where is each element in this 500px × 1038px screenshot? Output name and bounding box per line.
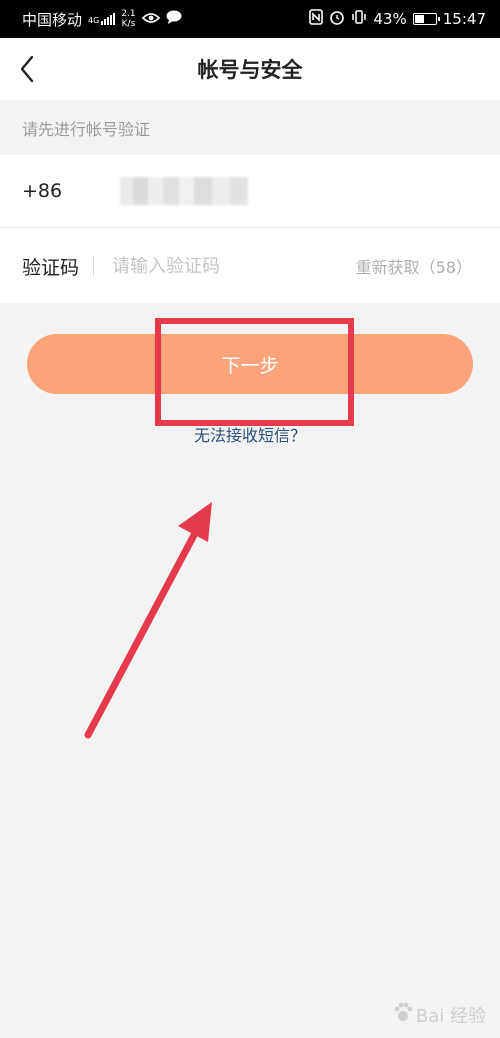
divider [93, 255, 95, 277]
hint-text: 请先进行帐号验证 [22, 119, 151, 139]
back-icon[interactable] [14, 52, 44, 86]
signal-icon: 4G [88, 13, 116, 25]
verification-hint: 请先进行帐号验证 [0, 100, 500, 155]
nfc-icon [309, 9, 324, 29]
status-right: 43% 15:47 [309, 9, 486, 29]
highlight-box [155, 318, 354, 426]
paw-icon [392, 1001, 414, 1028]
battery-icon [412, 13, 440, 25]
masked-phone-number [120, 177, 248, 205]
watermark-text: Bai 经验 [415, 1005, 486, 1027]
eye-icon [141, 10, 160, 28]
verification-form: +86 验证码 重新获取（58） [0, 155, 500, 303]
watermark: Bai 经验 [392, 1001, 486, 1028]
speed-value: 2.1 [121, 9, 136, 19]
code-input[interactable] [112, 255, 356, 277]
network-type: 4G [88, 16, 100, 25]
alarm-icon [329, 9, 345, 29]
vibrate-icon [351, 9, 367, 29]
code-label: 验证码 [22, 256, 80, 279]
clock: 15:47 [442, 10, 486, 28]
carrier-label: 中国移动 [22, 10, 83, 29]
chat-icon [166, 10, 182, 28]
country-code: +86 [22, 180, 63, 202]
page-title: 帐号与安全 [197, 58, 303, 82]
annotation-arrow [84, 502, 212, 739]
code-row: 验证码 重新获取（58） [0, 229, 500, 303]
phone-row: +86 [0, 155, 500, 228]
status-bar: 中国移动 4G 2.1 K/s 43% 15:47 [0, 0, 500, 38]
network-speed: 2.1 K/s [121, 9, 135, 29]
status-left: 中国移动 4G 2.1 K/s [22, 9, 182, 30]
speed-unit: K/s [121, 19, 136, 29]
resend-code-button[interactable]: 重新获取（58） [356, 254, 472, 278]
battery-percent: 43% [373, 10, 407, 28]
nav-bar: 帐号与安全 [0, 38, 500, 100]
